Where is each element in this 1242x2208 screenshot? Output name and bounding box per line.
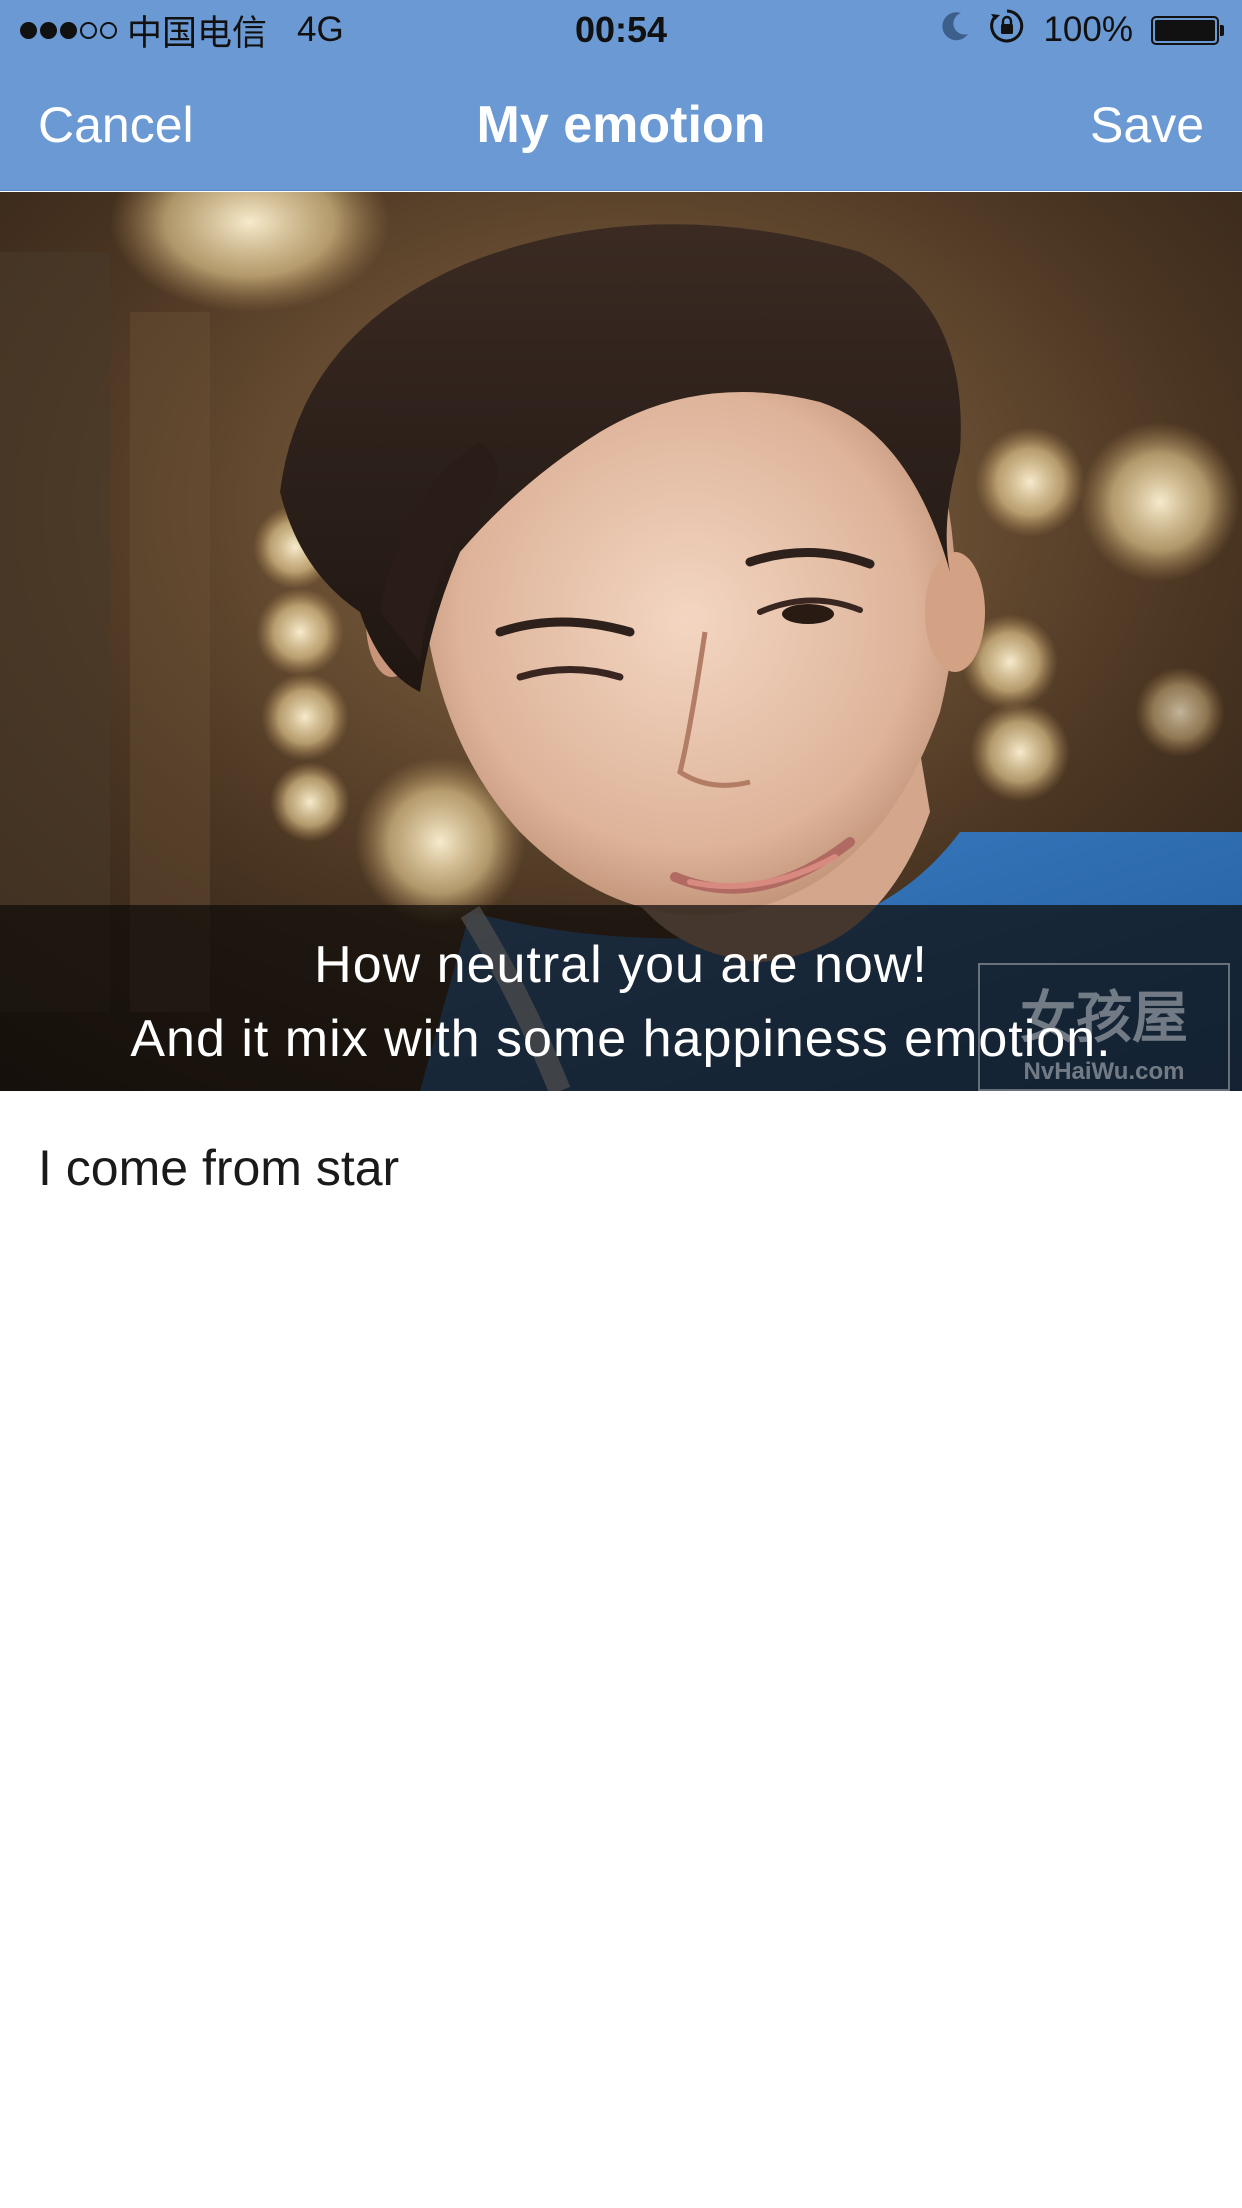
status-bar: 中国电信 4G 00:54 100% bbox=[0, 0, 1242, 60]
battery-nub bbox=[1220, 24, 1224, 36]
battery-icon bbox=[1151, 15, 1224, 45]
rotation-lock-icon bbox=[989, 8, 1025, 53]
navigation-bar: Cancel My emotion Save bbox=[0, 60, 1242, 191]
battery-body bbox=[1151, 15, 1219, 45]
status-right: 100% bbox=[941, 8, 1224, 53]
emotion-photo: How neutral you are now! And it mix with… bbox=[0, 192, 1242, 1091]
watermark-cn: 女孩屋 bbox=[1020, 986, 1188, 1051]
page-title: My emotion bbox=[476, 96, 766, 154]
watermark-en: NvHaiWu.com bbox=[1023, 1058, 1185, 1085]
emotion-caption: How neutral you are now! And it mix with… bbox=[0, 905, 1242, 1091]
header: 中国电信 4G 00:54 100% Cancel My emotion Sav… bbox=[0, 0, 1242, 191]
battery-fill bbox=[1155, 19, 1215, 41]
app-screen: 中国电信 4G 00:54 100% Cancel My emotion Sav… bbox=[0, 0, 1242, 2208]
save-button[interactable]: Save bbox=[1090, 60, 1204, 191]
note-text: I come from star bbox=[38, 1140, 400, 1196]
moon-icon bbox=[941, 10, 971, 51]
note-text-area[interactable]: I come from star bbox=[0, 1091, 1242, 2208]
watermark-logo: 女孩屋 NvHaiWu.com bbox=[978, 963, 1230, 1091]
battery-percent: 100% bbox=[1043, 10, 1133, 49]
